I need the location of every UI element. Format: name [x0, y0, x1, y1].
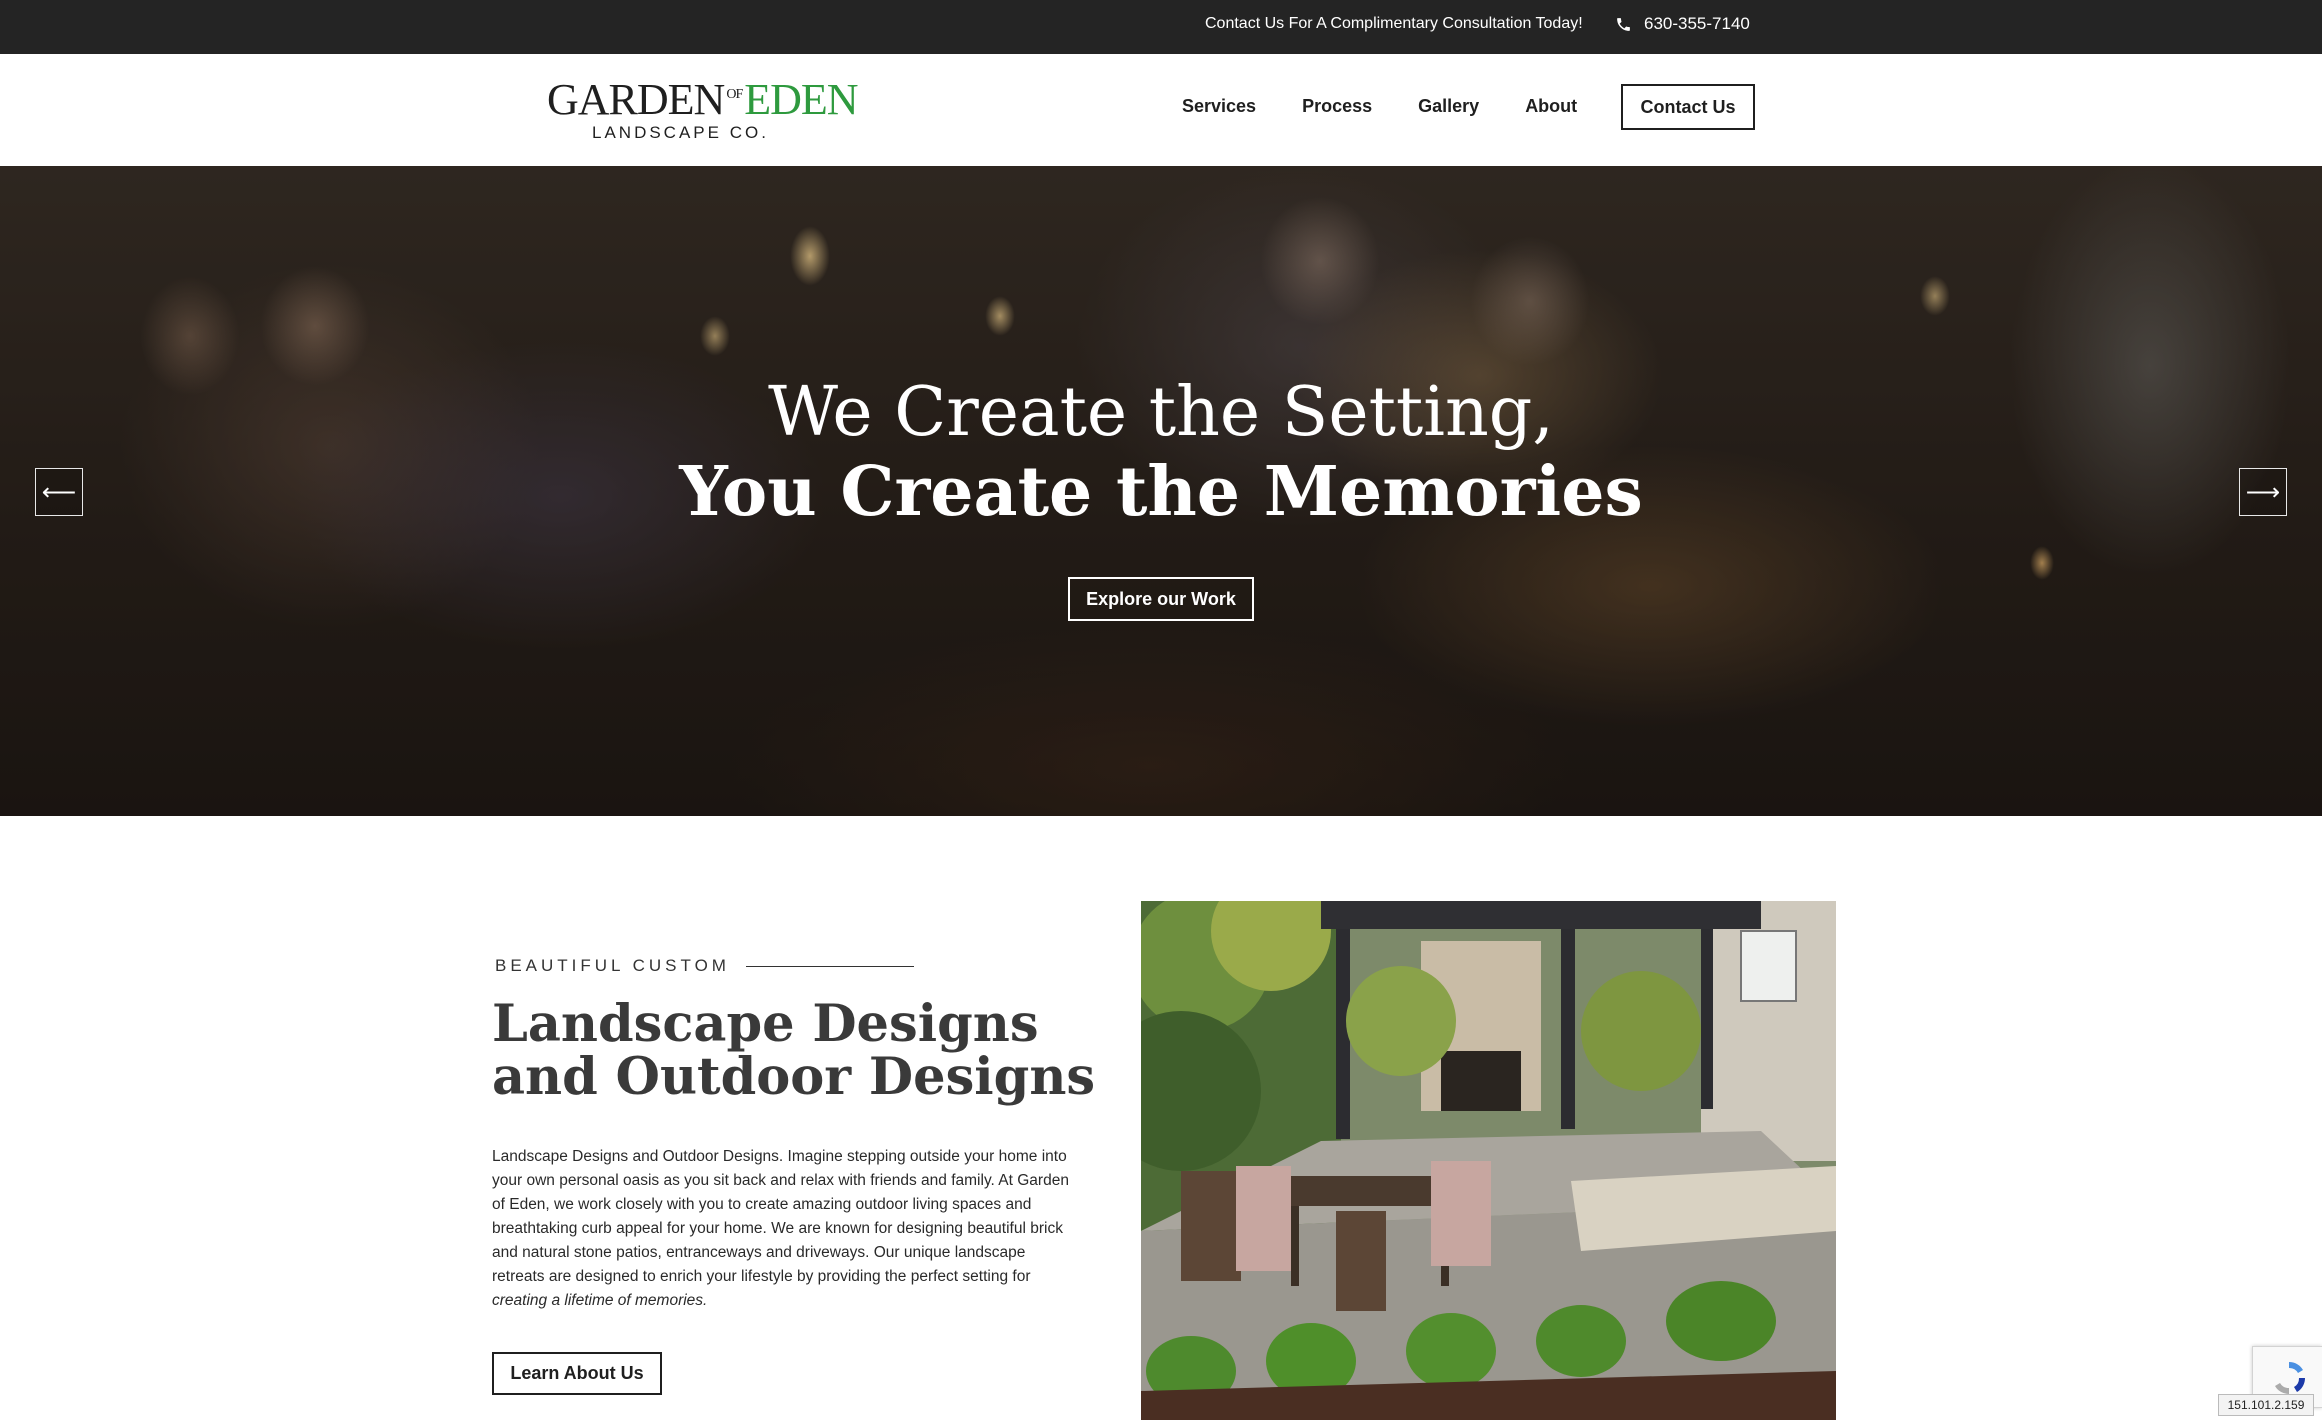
logo-word-garden: GARDEN [547, 75, 725, 124]
logo-word-eden: EDEN [744, 75, 858, 124]
site-header: GARDEN OFEDEN LANDSCAPE CO. Services Proc… [0, 54, 2322, 166]
logo-subtitle: LANDSCAPE CO. [592, 123, 769, 142]
top-announcement-bar: Contact Us For A Complimentary Consultat… [0, 0, 2322, 54]
logo-wordmark: GARDEN OFEDEN [547, 74, 859, 124]
section-eyebrow: BEAUTIFUL CUSTOM [495, 956, 914, 976]
phone-link[interactable]: 630-355-7140 [1615, 14, 1750, 34]
contact-us-button[interactable]: Contact Us [1621, 84, 1755, 130]
phone-number: 630-355-7140 [1644, 14, 1750, 33]
nav-about[interactable]: About [1525, 96, 1577, 117]
hero-headline: We Create the Setting, You Create the Me… [0, 373, 2322, 533]
logo-word-of: OF [726, 87, 743, 102]
main-navigation: Services Process Gallery About [1182, 96, 1577, 117]
phone-icon [1615, 16, 1632, 33]
nav-process[interactable]: Process [1302, 96, 1372, 117]
eyebrow-text: BEAUTIFUL CUSTOM [495, 956, 730, 975]
garden-of-eden-logo[interactable]: GARDEN OFEDEN LANDSCAPE CO. [547, 74, 859, 143]
hero-headline-line2: You Create the Memories [679, 452, 1643, 532]
body-copy: Landscape Designs and Outdoor Designs. I… [492, 1148, 1069, 1285]
section-body-text: Landscape Designs and Outdoor Designs. I… [492, 1145, 1072, 1313]
patio-photo [1141, 901, 1836, 1420]
nav-gallery[interactable]: Gallery [1418, 96, 1479, 117]
hero-headline-line1: We Create the Setting, [768, 373, 1554, 452]
nav-services[interactable]: Services [1182, 96, 1256, 117]
consultation-promo-text: Contact Us For A Complimentary Consultat… [1205, 15, 1583, 32]
hero-slider: ⟵ ⟶ We Create the Setting, You Create th… [0, 166, 2322, 816]
eyebrow-rule [745, 965, 914, 967]
body-emphasis: creating a lifetime of memories. [492, 1292, 708, 1309]
learn-about-us-button[interactable]: Learn About Us [492, 1352, 662, 1395]
ip-address-badge: 151.101.2.159 [2218, 1394, 2314, 1416]
section-title: Landscape Designs and Outdoor Designs [492, 994, 1096, 1107]
explore-our-work-button[interactable]: Explore our Work [1068, 577, 1254, 621]
